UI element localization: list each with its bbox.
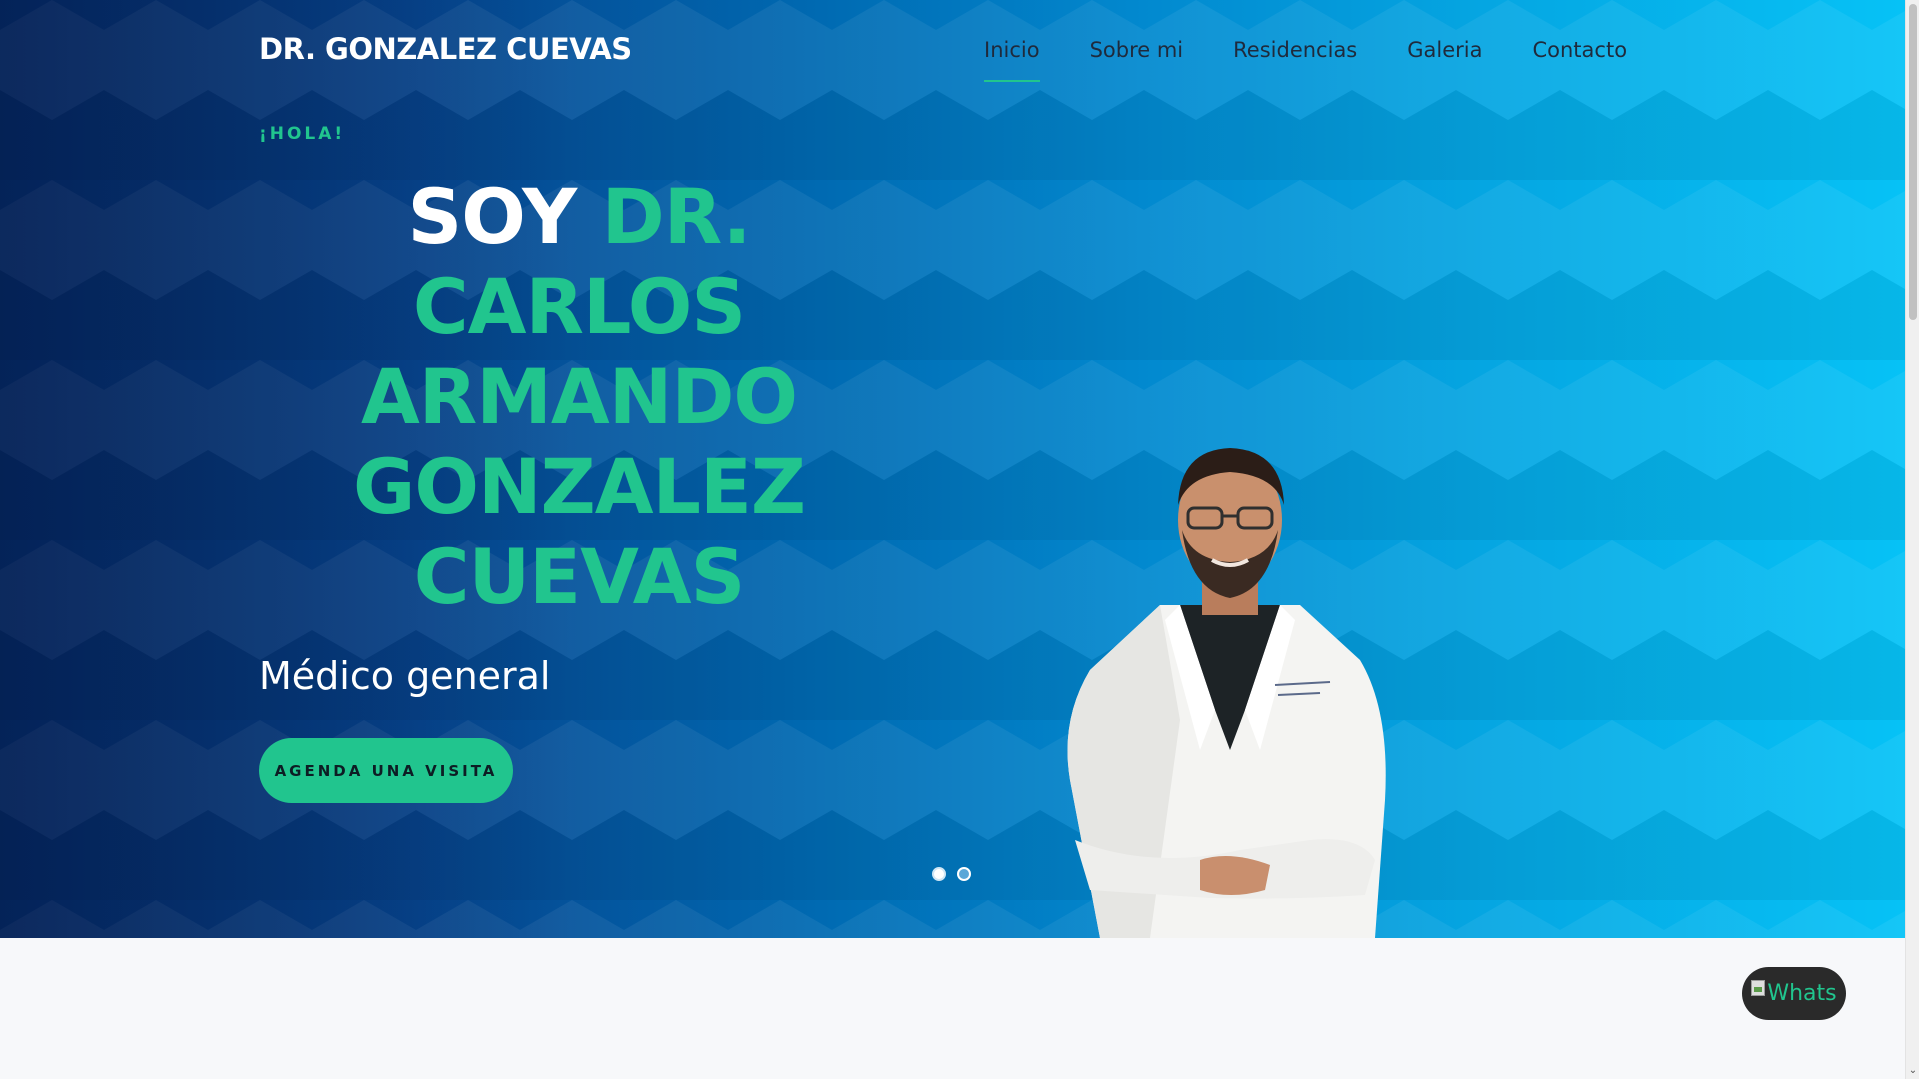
whatsapp-image-placeholder: Whats [1751,979,1837,1006]
headline-name-line: GONZALEZ [353,442,806,531]
headline-name-line: DR. [601,172,752,261]
page: DR. GONZALEZ CUEVAS Inicio Sobre mi Resi… [0,0,1919,1079]
site-brand[interactable]: DR. GONZALEZ CUEVAS [259,32,632,66]
carousel-dot[interactable] [932,867,946,881]
carousel-indicators [932,867,971,881]
page-scrollbar[interactable]: ⌄ [1905,0,1919,1079]
headline-name-line: CARLOS [412,262,746,351]
nav-item-galeria[interactable]: Galeria [1407,36,1482,76]
hero-headline: SOY DR. CARLOS ARMANDO GONZALEZ CUEVAS [259,172,899,622]
main-nav: Inicio Sobre mi Residencias Galeria Cont… [984,36,1627,82]
nav-item-sobre-mi[interactable]: Sobre mi [1090,36,1184,76]
broken-image-icon [1751,979,1766,996]
doctor-photo [1067,448,1386,938]
whatsapp-button[interactable]: Whats [1742,967,1846,1020]
hero-greeting: ¡HOLA! [259,124,346,144]
chevron-down-icon[interactable]: ⌄ [1906,1065,1919,1077]
schedule-visit-button[interactable]: AGENDA UNA VISITA [259,738,513,803]
whatsapp-alt-text: Whats [1767,981,1837,1006]
scrollbar-thumb[interactable] [1909,4,1917,320]
hero-section: DR. GONZALEZ CUEVAS Inicio Sobre mi Resi… [0,0,1905,938]
nav-item-contacto[interactable]: Contacto [1532,36,1627,76]
headline-name-line: CUEVAS [413,532,746,621]
nav-item-inicio[interactable]: Inicio [984,36,1040,82]
headline-prefix: SOY [407,172,577,261]
carousel-dot[interactable] [957,867,971,881]
hero-subtitle: Médico general [259,654,551,698]
nav-item-residencias[interactable]: Residencias [1233,36,1357,76]
headline-name-line: ARMANDO [360,352,798,441]
